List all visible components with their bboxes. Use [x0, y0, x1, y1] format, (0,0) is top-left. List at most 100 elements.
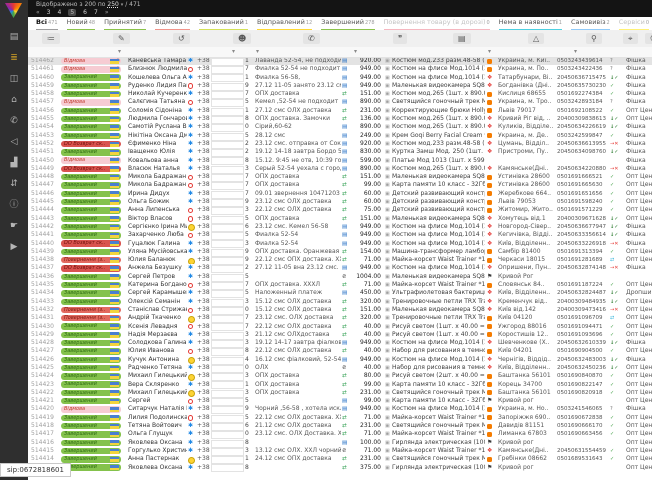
table-row[interactable]: 514455 Завершений Людмила Гончарова ✱ +3…: [28, 115, 652, 123]
table-row[interactable]: 514449 DO Возврат ск.. Власюк Наталья ✱ …: [28, 165, 652, 173]
tracking-number[interactable]: 0501689531643: [557, 455, 609, 463]
table-row[interactable]: 514425 Завершений Радченко Тетяна ✱ +38 …: [28, 364, 652, 372]
tracking-number[interactable]: 20450636613955: [557, 140, 609, 148]
pager-first-icon[interactable]: «: [36, 9, 40, 16]
tracking-number[interactable]: 0501691313394: [557, 248, 609, 256]
table-row[interactable]: 514462 Відмова⊙ Каневська Тамара .. ✱ +3…: [28, 57, 652, 65]
tracking-number[interactable]: 20450635730230: [557, 82, 609, 90]
tab-Завершений[interactable]: Завершений278: [321, 17, 374, 31]
table-row[interactable]: 514422 Завершений Михаил Гилецький +38 3…: [28, 389, 652, 397]
table-row[interactable]: 514451 Завершений Іващенко Юлія ✱ +38 2 …: [28, 148, 652, 156]
table-row[interactable]: 514439 Завершений Уляна Мусійовська ✱ +3…: [28, 248, 652, 256]
tracking-number[interactable]: 20450632610339: [557, 339, 609, 347]
app-logo-icon[interactable]: [5, 3, 22, 18]
tracking-number[interactable]: 20400309671628: [557, 215, 609, 223]
table-row[interactable]: 514423 Завершений Вера Скляренко ✱ +38 1…: [28, 381, 652, 389]
status-column-icon[interactable]: ≔: [42, 33, 60, 44]
info-icon[interactable]: ⓘ: [6, 200, 22, 211]
tracking-number[interactable]: 0501691094471: [557, 323, 609, 331]
settings-icon[interactable]: ⇵: [6, 179, 22, 190]
page-number[interactable]: 5: [68, 9, 76, 16]
table-row[interactable]: 514447 Завершений Микола Бадражан +38 7 …: [28, 181, 652, 189]
table-row[interactable]: 514458 Завершений Николай Кучеренко ✱ +3…: [28, 90, 652, 98]
tracking-number[interactable]: 0501690663456: [557, 430, 609, 438]
tracking-number[interactable]: 20400309484935: [557, 298, 609, 306]
table-row[interactable]: 514434 Завершений Сергей Карамышев ✱ +38…: [28, 289, 652, 297]
tracking-number[interactable]: 20450636715475: [557, 74, 609, 82]
tracking-number[interactable]: 0503243422436: [557, 65, 609, 73]
table-row[interactable]: 514453 Завершений Нікітіна Оксана Дми.. …: [28, 132, 652, 140]
filter-caret-icon[interactable]: ▾: [118, 48, 121, 55]
table-row[interactable]: 514436 Завершений Сергей Петров ✱ +38 5 …: [28, 273, 652, 281]
tracking-number[interactable]: 0501692108522: [557, 107, 609, 115]
table-row[interactable]: 514419 Завершений Лилия Подолинская +38 …: [28, 414, 652, 422]
tracking-number[interactable]: 0501690822147: [557, 381, 609, 389]
table-row[interactable]: 514440 DO Возврат ск.. Гуцалюк Галина ✱ …: [28, 240, 652, 248]
tab-Відмова[interactable]: Відмова42: [155, 17, 190, 31]
table-row[interactable]: 514421 Завершений Сергей +38 5 ▤ 99.00 ▣…: [28, 397, 652, 405]
theme-icon[interactable]: ☛: [6, 221, 22, 232]
tab-Відправлений[interactable]: Відправлений12: [257, 17, 312, 31]
tracking-number[interactable]: 0503242893184: [557, 98, 609, 106]
edit-column-icon[interactable]: ✎: [113, 33, 130, 44]
tracking-number[interactable]: 20450634220880: [557, 165, 609, 173]
page-number[interactable]: 7: [94, 9, 98, 16]
tracking-number[interactable]: 0501691093696: [557, 331, 609, 339]
table-row[interactable]: 514416 Завершений Яковлева Оксана ✱ +38 …: [28, 439, 652, 447]
table-row[interactable]: 514446 Завершений Ирина Дидух ✱ +38 7 09…: [28, 190, 652, 198]
payment-column-icon[interactable]: ▤: [453, 33, 471, 44]
page-number[interactable]: 3: [47, 9, 51, 16]
tracking-column-icon[interactable]: ⌖: [623, 33, 638, 44]
tracking-number[interactable]: 20400309473416: [557, 306, 609, 314]
statistics-icon[interactable]: ▟: [6, 158, 22, 169]
tracking-number[interactable]: [557, 273, 609, 281]
page-number[interactable]: 6: [83, 9, 87, 16]
tracking-number[interactable]: 0501691665630: [557, 181, 609, 189]
tracking-number[interactable]: 20450632874148: [557, 264, 609, 272]
tracking-number[interactable]: 0503241546065: [557, 405, 609, 413]
table-row[interactable]: 514417 Завершений Ольга Глущук ✱ +38 0 2…: [28, 430, 652, 438]
tracking-number[interactable]: 0501690840870: [557, 372, 609, 380]
tracking-number[interactable]: 0501691666521: [557, 173, 609, 181]
table-row[interactable]: 514457 Відмова Салєгина Татьяна С.. +38 …: [28, 98, 652, 106]
tracking-number[interactable]: 0501691281689: [557, 256, 609, 264]
table-row[interactable]: 514450 Відмова⊙ Ковальова анна ✱ +38 8 1…: [28, 157, 652, 165]
tracking-number[interactable]: 20450634226619: [557, 123, 609, 131]
table-row[interactable]: 514441 Завершений Захарченко Люба +38 5 …: [28, 231, 652, 239]
table-row[interactable]: 514424 Завершений Михаил Гилецький +38 3…: [28, 372, 652, 380]
manager-column-icon[interactable]: ☺: [645, 33, 652, 44]
table-row[interactable]: 514454 Завершений Самотій Руслана Во.. ✱…: [28, 123, 652, 131]
tracking-number[interactable]: 20450634098760: [557, 148, 609, 156]
call-center-icon[interactable]: ✆: [6, 116, 22, 127]
table-row[interactable]: 514427 Завершений Юлия Иванова +38 8 22.…: [28, 347, 652, 355]
table-row[interactable]: 514414 Завершений Анна Пастернак +38 1 2…: [28, 455, 652, 463]
tab-Запакований[interactable]: Запакований1: [199, 17, 248, 31]
filter-caret-icon[interactable]: ▾: [232, 48, 235, 55]
tracking-number[interactable]: 0503243439614: [557, 57, 609, 65]
pager-last-icon[interactable]: »: [105, 9, 109, 16]
table-row[interactable]: 514437 DO Возврат ск.. Анжела Безушку ✱ …: [28, 264, 652, 272]
tracking-number[interactable]: 20450636677947: [557, 223, 609, 231]
table-row[interactable]: 514429 Завершений Надія Мерзаєва ✱ +38 3…: [28, 331, 652, 339]
tab-Нема в наявності[interactable]: Нема в наявності1: [499, 17, 562, 31]
tracking-number[interactable]: 0501691651656: [557, 190, 609, 198]
table-row[interactable]: 514433 Завершений Олексій Семанін ✱ +38 …: [28, 298, 652, 306]
tracking-number[interactable]: 0501690666170: [557, 422, 609, 430]
table-row[interactable]: 514442 Завершений Сергієнко Ірина Ми.. +…: [28, 223, 652, 231]
tracking-number[interactable]: 20400309838613: [557, 115, 609, 123]
warehouse-icon[interactable]: ⌂: [6, 95, 22, 106]
tab-Самовивіз[interactable]: Самовивіз2: [571, 17, 610, 31]
comment-column-icon[interactable]: ❞: [393, 33, 407, 44]
table-row[interactable]: 514448 Завершений Микола Бадражан +38 7 …: [28, 173, 652, 181]
table-row[interactable]: 514460 Завершений Кошелева Ольга Ар.. ✱ …: [28, 74, 652, 82]
tracking-number[interactable]: 20450632824487: [557, 289, 609, 297]
tracking-number[interactable]: 0501692274384: [557, 90, 609, 98]
filter-caret-icon[interactable]: ▾: [574, 48, 577, 55]
tracking-number[interactable]: 20450631554459: [557, 447, 609, 455]
tracking-number[interactable]: 0501691598240: [557, 198, 609, 206]
phone-column-icon[interactable]: ✆: [303, 33, 320, 44]
table-row[interactable]: 514443 Завершений Віктор Власов +38 5 ОП…: [28, 215, 652, 223]
tracking-number[interactable]: 0501691187224: [557, 281, 609, 289]
table-row[interactable]: 514420 Відмова Ситарчук Наталія Гр.. ✱ +…: [28, 405, 652, 413]
tracking-number[interactable]: [557, 464, 609, 472]
